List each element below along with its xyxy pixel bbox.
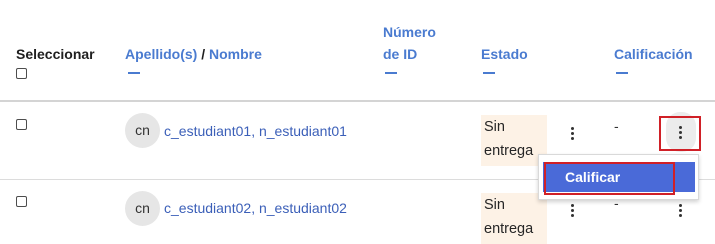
sort-grade-indicator [616, 72, 628, 74]
student-surname: c_estudiant02 [164, 200, 252, 216]
sort-id-line2[interactable]: de ID [383, 44, 417, 65]
sort-surname-link[interactable]: Apellido(s) [125, 46, 197, 62]
sort-status-indicator [483, 72, 495, 74]
highlight-box-grade-actions [659, 116, 701, 151]
student-name-link[interactable]: c_estudiant02, n_estudiant02 [164, 198, 347, 218]
avatar: cn [125, 191, 160, 226]
header-divider [0, 100, 715, 102]
status-line2: entrega [484, 221, 534, 237]
header-name-column: Apellido(s) / Nombre [125, 44, 262, 65]
sort-name-link[interactable]: Nombre [209, 46, 262, 62]
header-select-label: Seleccionar [16, 46, 95, 62]
row-select-checkbox[interactable] [16, 119, 27, 130]
select-all-checkbox[interactable] [16, 68, 27, 79]
status-actions-kebab-icon[interactable] [571, 204, 575, 219]
grade-value: - [614, 118, 619, 134]
status-line1: Sin [484, 119, 505, 135]
student-surname: c_estudiant01 [164, 123, 252, 139]
grade-actions-kebab-icon[interactable] [679, 204, 683, 219]
student-name-link[interactable]: c_estudiant01, n_estudiant01 [164, 121, 347, 141]
row-select-checkbox[interactable] [16, 196, 27, 207]
sort-status-link[interactable]: Estado [481, 44, 528, 65]
sort-id-indicator [385, 72, 397, 74]
status-badge: Sin entrega [481, 193, 547, 244]
highlight-box-calificar [544, 162, 675, 195]
student-first-name: n_estudiant02 [258, 200, 347, 216]
avatar: cn [125, 113, 160, 148]
student-first-name: n_estudiant01 [258, 123, 347, 139]
sort-grade-link[interactable]: Calificación [614, 44, 693, 65]
sort-id-line1[interactable]: Número [383, 22, 436, 43]
sort-surname-indicator [128, 72, 140, 74]
header-separator: / [201, 46, 206, 62]
status-actions-kebab-icon[interactable] [571, 127, 575, 142]
